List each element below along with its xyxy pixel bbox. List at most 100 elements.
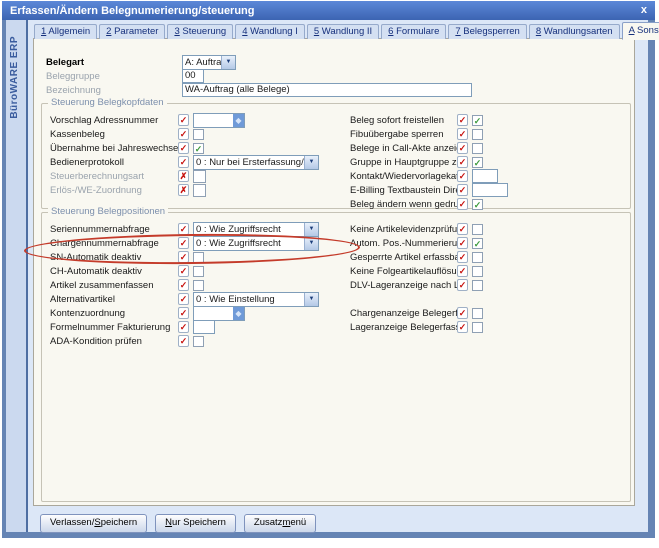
chargenanzeige-checkbox[interactable]: [472, 308, 483, 319]
check-icon: ✓: [474, 116, 482, 126]
title-bar[interactable]: Erfassen/Ändern Belegnumerierung/steueru…: [2, 1, 655, 20]
check-icon: ✓: [474, 239, 482, 249]
seriennummern-select[interactable]: 0 : Wie Zugriffsrecht ▼: [193, 222, 319, 237]
field-inactive-icon[interactable]: ✗: [178, 170, 189, 182]
tab-steuerung[interactable]: 3 Steuerung: [167, 24, 233, 39]
field-active-icon[interactable]: ✓: [178, 321, 189, 333]
field-active-icon[interactable]: ✓: [457, 251, 468, 263]
field-active-icon[interactable]: ✓: [457, 198, 468, 210]
freistellen-checkbox[interactable]: ✓: [472, 115, 483, 126]
kassenbeleg-checkbox[interactable]: [193, 129, 204, 140]
field-active-icon[interactable]: ✓: [178, 156, 189, 168]
field-active-icon[interactable]: ✓: [178, 335, 189, 347]
field-active-icon[interactable]: ✓: [178, 114, 189, 126]
vorschlag-adressnummer-spinner[interactable]: ◆: [193, 113, 245, 128]
bezeichnung-field[interactable]: WA-Auftrag (alle Belege): [182, 83, 472, 97]
row-beleg-sofort-freistellen: Beleg sofort freistellen ✓ ✓: [350, 113, 626, 127]
row-erloes-we-zuordnung: Erlös-/WE-Zuordnung ✗: [50, 183, 346, 197]
gedruckt-checkbox[interactable]: ✓: [472, 199, 483, 210]
tab-belegsperren[interactable]: 7 Belegsperren: [448, 24, 526, 39]
field-active-icon[interactable]: ✓: [178, 265, 189, 277]
erloes-we-field[interactable]: [193, 184, 206, 197]
tab-wandlung-2[interactable]: 5 Wandlung II: [307, 24, 379, 39]
field-active-icon[interactable]: ✓: [457, 321, 468, 333]
chevron-down-icon[interactable]: ▼: [221, 56, 235, 69]
field-active-icon[interactable]: ✓: [178, 251, 189, 263]
bedienerprotokoll-select[interactable]: 0 : Nur bei Ersterfassung/Änderung ▼: [193, 155, 319, 170]
field-active-icon[interactable]: ✓: [178, 279, 189, 291]
hauptgruppe-checkbox[interactable]: ✓: [472, 157, 483, 168]
field-active-icon[interactable]: ✓: [178, 293, 189, 305]
lageranzeige-checkbox[interactable]: [472, 322, 483, 333]
chevron-down-icon[interactable]: ▼: [304, 223, 318, 236]
field-active-icon[interactable]: ✓: [178, 237, 189, 249]
zusatzmenue-button[interactable]: Zusatzmenü: [244, 514, 316, 533]
field-active-icon[interactable]: ✓: [457, 128, 468, 140]
spinner-icon[interactable]: ◆: [233, 307, 244, 320]
row-seriennummernabfrage: Seriennummernabfrage ✓ 0 : Wie Zugriffsr…: [50, 222, 346, 236]
field-inactive-icon[interactable]: ✗: [178, 184, 189, 196]
field-active-icon[interactable]: ✓: [178, 142, 189, 154]
check-icon: ✓: [195, 144, 203, 154]
ch-automatik-checkbox[interactable]: [193, 266, 204, 277]
field-active-icon[interactable]: ✓: [457, 237, 468, 249]
spinner-icon[interactable]: ◆: [233, 114, 244, 127]
artikelevidenz-checkbox[interactable]: [472, 224, 483, 235]
field-active-icon[interactable]: ✓: [457, 170, 468, 182]
ada-kondition-checkbox[interactable]: [193, 336, 204, 347]
row-ch-automatik: CH-Automatik deaktiv ✓: [50, 264, 346, 278]
sn-automatik-checkbox[interactable]: [193, 252, 204, 263]
formelnummer-field[interactable]: [193, 320, 215, 334]
zusammenfassen-checkbox[interactable]: [193, 280, 204, 291]
tab-parameter[interactable]: 2 Parameter: [99, 24, 165, 39]
tab-wandlung-1[interactable]: 4 Wandlung I: [235, 24, 305, 39]
check-icon: ✓: [474, 158, 482, 168]
field-active-icon[interactable]: ✓: [178, 128, 189, 140]
field-active-icon[interactable]: ✓: [457, 184, 468, 196]
spacer-row: [350, 292, 626, 306]
dlv-lageranzeige-checkbox[interactable]: [472, 280, 483, 291]
field-active-icon[interactable]: ✓: [457, 114, 468, 126]
chevron-down-icon[interactable]: ▼: [304, 156, 318, 169]
field-active-icon[interactable]: ✓: [457, 142, 468, 154]
pos-nummerierung-checkbox[interactable]: ✓: [472, 238, 483, 249]
belegart-select[interactable]: A: Auftrag ▼: [182, 55, 236, 70]
row-autom-pos-nummerierung: Autom. Pos.-Nummerierung ✓ ✓: [350, 236, 626, 250]
tab-formulare[interactable]: 6 Formulare: [381, 24, 446, 39]
row-ebilling-textbaustein: E-Billing Textbaustein Direktd ✓: [350, 183, 626, 197]
row-bezeichnung: Bezeichnung WA-Auftrag (alle Belege): [46, 83, 472, 97]
gesperrte-artikel-checkbox[interactable]: [472, 252, 483, 263]
fibu-checkbox[interactable]: [472, 129, 483, 140]
tab-allgemein[interactable]: 1 Allgemein: [34, 24, 97, 39]
steuerberechnungsart-field[interactable]: [193, 170, 206, 183]
brand-strip-divider: [26, 20, 28, 532]
tab-sonstige[interactable]: A Sonstige: [622, 22, 659, 40]
wiedervorlage-field[interactable]: [472, 169, 498, 183]
verlassen-speichern-button[interactable]: Verlassen/Speichern: [40, 514, 147, 533]
row-bedienerprotokoll: Bedienerprotokoll ✓ 0 : Nur bei Ersterfa…: [50, 155, 346, 169]
field-active-icon[interactable]: ✓: [178, 223, 189, 235]
row-chargennummernabfrage: Chargennummernabfrage ✓ 0 : Wie Zugriffs…: [50, 236, 346, 250]
folgeartikel-checkbox[interactable]: [472, 266, 483, 277]
field-active-icon[interactable]: ✓: [457, 279, 468, 291]
chevron-down-icon[interactable]: ▼: [304, 237, 318, 250]
chargennummern-select[interactable]: 0 : Wie Zugriffsrecht ▼: [193, 236, 319, 251]
chevron-down-icon[interactable]: ▼: [304, 293, 318, 306]
uebernahme-checkbox[interactable]: ✓: [193, 143, 204, 154]
field-active-icon[interactable]: ✓: [457, 223, 468, 235]
alternativartikel-select[interactable]: 0 : Wie Einstellung ▼: [193, 292, 319, 307]
row-kassenbeleg: Kassenbeleg ✓: [50, 127, 346, 141]
field-active-icon[interactable]: ✓: [457, 307, 468, 319]
ebilling-field[interactable]: [472, 183, 508, 197]
kontenzuordnung-spinner[interactable]: ◆: [193, 306, 245, 321]
field-active-icon[interactable]: ✓: [457, 265, 468, 277]
call-akte-checkbox[interactable]: [472, 143, 483, 154]
row-folgeartikel: Keine Folgeartikelauflösung ✓: [350, 264, 626, 278]
field-active-icon[interactable]: ✓: [178, 307, 189, 319]
close-icon[interactable]: x: [641, 5, 647, 16]
nur-speichern-button[interactable]: Nur Speichern: [155, 514, 236, 533]
tab-wandlungsarten[interactable]: 8 Wandlungsarten: [529, 24, 620, 39]
group-belegkopfdaten: Steuerung Belegkopfdaten Vorschlag Adres…: [41, 103, 631, 209]
field-active-icon[interactable]: ✓: [457, 156, 468, 168]
beleggruppe-field[interactable]: 00: [182, 69, 204, 83]
